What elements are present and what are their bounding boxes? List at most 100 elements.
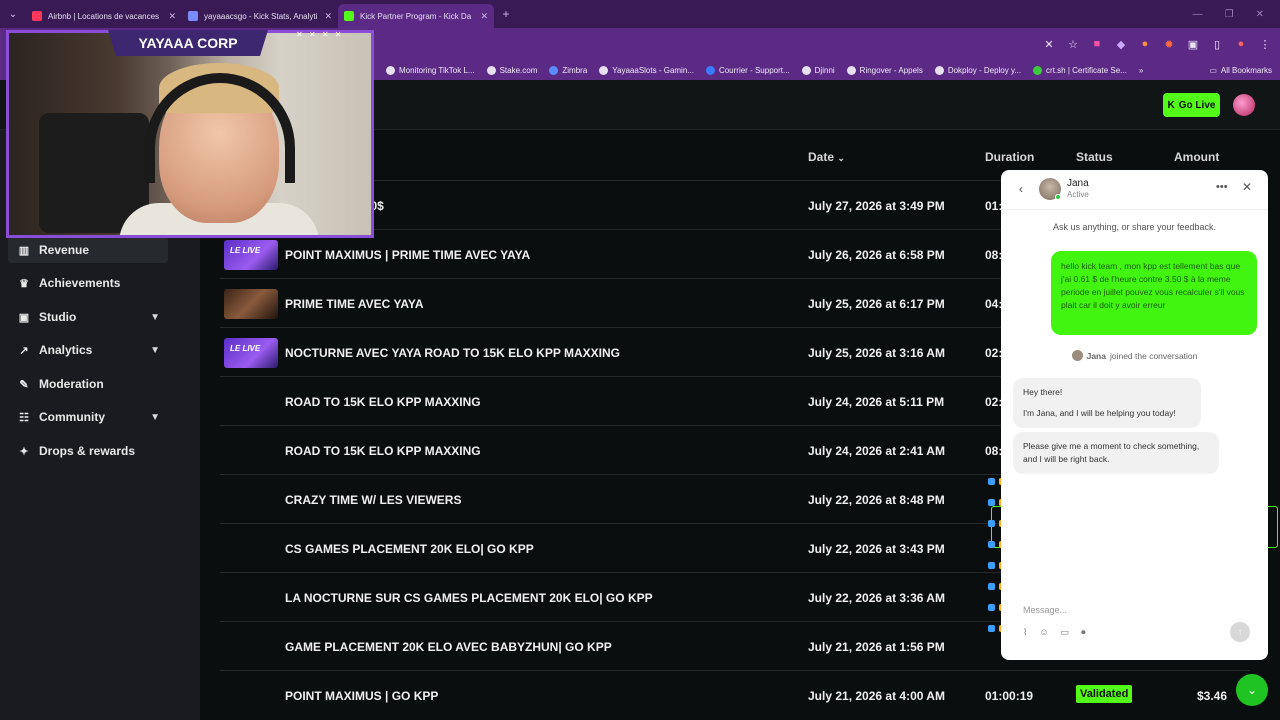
stream-date: July 22, 2026 at 8:48 PM	[808, 493, 945, 507]
extensions-puzzle-icon[interactable]: ▣	[1186, 37, 1200, 51]
sidebar-item-revenue[interactable]: ▥ Revenue	[8, 237, 168, 263]
thumbnail-text: LE LIVE	[230, 344, 261, 353]
bookmarks-overflow[interactable]: »	[1139, 66, 1143, 75]
tab-kick-partner[interactable]: Kick Partner Program - Kick Da ✕	[338, 4, 494, 28]
badge-icon	[988, 582, 995, 590]
user-message-bubble: hello kick team , mon kpp est tellement …	[1051, 251, 1257, 335]
badge-icon	[988, 519, 995, 527]
globe-icon	[846, 65, 856, 75]
stream-title: LA NOCTURNE SUR CS GAMES PLACEMENT 20K E…	[285, 591, 653, 605]
bookmark-item[interactable]: Courrier - Support...	[705, 65, 790, 75]
browser-menu-icon[interactable]: ⋮	[1258, 37, 1272, 51]
all-bookmarks[interactable]: ▭ All Bookmarks	[1209, 60, 1272, 80]
sidebar-item-label: Community	[39, 410, 105, 424]
bookmark-label: Djinni	[814, 65, 835, 75]
stream-title: NOCTURNE AVEC YAYA ROAD TO 15K ELO KPP M…	[285, 346, 620, 360]
new-tab-button[interactable]: +	[494, 7, 518, 21]
tab-airbnb[interactable]: Airbnb | Locations de vacances ✕	[26, 4, 182, 28]
back-arrow-icon[interactable]: ‹	[1019, 182, 1023, 196]
tab-search-icon[interactable]: ⌄	[0, 0, 26, 28]
analytics-icon: ↗	[19, 344, 29, 357]
mute-icon[interactable]: ✕	[1042, 37, 1056, 51]
bookmark-item[interactable]: Zimbra	[549, 65, 587, 75]
stream-date: July 25, 2026 at 3:16 AM	[808, 346, 945, 360]
bookmark-star-icon[interactable]: ☆	[1066, 37, 1080, 51]
sidebar-item-drops[interactable]: ✦ Drops & rewards	[8, 438, 168, 464]
agent-status: Active	[1067, 190, 1089, 199]
folder-icon: ▭	[1209, 65, 1217, 75]
joined-agent-name: Jana	[1086, 350, 1106, 361]
maximize-icon[interactable]: ❐	[1225, 9, 1234, 20]
stream-title: GAME PLACEMENT 20K ELO AVEC BABYZHUN| GO…	[285, 640, 612, 654]
bookmark-item[interactable]: Djinni	[801, 65, 835, 75]
gif-icon[interactable]: ▭	[1061, 627, 1070, 638]
support-chat-widget: ‹ Jana Active ••• ✕ Ask us anything, or …	[1001, 170, 1268, 660]
stream-date: July 27, 2026 at 3:49 PM	[808, 199, 945, 213]
community-icon: ☷	[19, 411, 29, 424]
badge-icon	[988, 477, 995, 485]
microphone-icon[interactable]: ⏺	[1081, 627, 1086, 638]
bookmark-item[interactable]: YayaaaSlots - Gamin...	[599, 65, 694, 75]
globe-icon	[934, 65, 944, 75]
send-button[interactable]: ↑	[1230, 622, 1250, 642]
extension-icon[interactable]: ✹	[1162, 37, 1176, 51]
chevron-down-icon[interactable]: ▼	[150, 312, 160, 323]
globe-icon	[599, 65, 609, 75]
kick-logo-icon: K	[1167, 99, 1175, 111]
chat-header: ‹ Jana Active ••• ✕	[1001, 170, 1268, 210]
status-badge: Validated	[1076, 685, 1133, 703]
more-options-icon[interactable]: •••	[1216, 181, 1228, 193]
sidebar-item-moderation[interactable]: ✎ Moderation	[8, 371, 168, 397]
globe-icon	[386, 65, 395, 75]
table-row[interactable]: POINT MAXIMUS | GO KPP July 21, 2026 at 4…	[220, 670, 1250, 719]
bookmark-item[interactable]: crt.sh | Certificate Se...	[1033, 65, 1127, 75]
trophy-icon: ♛	[19, 277, 29, 290]
extension-icon[interactable]: ■	[1090, 37, 1104, 51]
minimize-icon[interactable]: —	[1193, 9, 1203, 20]
close-tab-icon[interactable]: ✕	[168, 11, 176, 22]
studio-icon: ▣	[18, 311, 30, 324]
tab-label: yayaaacsgo - Kick Stats, Analyti	[204, 11, 318, 21]
close-tab-icon[interactable]: ✕	[480, 11, 488, 22]
bookmark-label: Dokploy - Deploy y...	[947, 65, 1022, 75]
stream-duration: 02:	[985, 395, 1003, 409]
message-placeholder: Message...	[1023, 605, 1068, 615]
sidebar-item-community[interactable]: ☷ Community ▼	[8, 404, 168, 430]
extension-icon[interactable]: ●	[1138, 37, 1152, 51]
bookmark-item[interactable]: Dokploy - Deploy y...	[934, 65, 1022, 75]
sidebar-item-label: Revenue	[39, 243, 90, 257]
chat-toggle-button[interactable]: ⌄	[1236, 674, 1268, 706]
bookmark-label: crt.sh | Certificate Se...	[1046, 65, 1127, 75]
agent-message-line: I'm Jana, and I will be helping you toda…	[1023, 408, 1176, 418]
agent-message-line: Hey there!	[1023, 387, 1063, 397]
tab-kick-stats[interactable]: yayaaacsgo - Kick Stats, Analyti ✕	[182, 4, 338, 28]
go-live-button[interactable]: K Go Live	[1163, 93, 1220, 117]
user-avatar[interactable]	[1233, 94, 1255, 116]
all-bookmarks-label: All Bookmarks	[1220, 65, 1272, 75]
sidebar-item-label: Achievements	[39, 276, 121, 290]
chat-tools: ⌇ ☺ ▭ ⏺	[1023, 627, 1086, 638]
bookmark-item[interactable]: Stake.com	[486, 65, 537, 75]
stake-icon	[486, 65, 496, 75]
extension-icon[interactable]: ◆	[1114, 37, 1128, 51]
chat-message-input[interactable]: Message... ⌇ ☺ ▭ ⏺ ↑	[1013, 600, 1256, 646]
sidebar-item-studio[interactable]: ▣ Studio ▼	[8, 304, 168, 330]
close-icon[interactable]: ✕	[1242, 180, 1252, 194]
chevron-down-icon[interactable]: ▼	[150, 412, 160, 423]
attachment-icon[interactable]: ⌇	[1023, 627, 1027, 638]
emoji-icon[interactable]: ☺	[1039, 627, 1048, 638]
bookmark-item[interactable]: Monitoring TikTok L...	[386, 65, 475, 75]
badge-icon	[988, 624, 995, 632]
date-column-header[interactable]: Date ⌄	[808, 150, 845, 164]
close-tab-icon[interactable]: ✕	[324, 11, 332, 22]
stream-duration: 04:	[985, 297, 1003, 311]
go-live-label: Go Live	[1178, 99, 1216, 111]
bookmark-label: YayaaaSlots - Gamin...	[612, 65, 694, 75]
sidebar-item-achievements[interactable]: ♛ Achievements	[8, 270, 168, 296]
chevron-down-icon[interactable]: ▼	[150, 345, 160, 356]
sidebar-panel-icon[interactable]: ▯	[1210, 37, 1224, 51]
sidebar-item-analytics[interactable]: ↗ Analytics ▼	[8, 337, 168, 363]
close-window-icon[interactable]: ✕	[1256, 9, 1264, 20]
profile-avatar-icon[interactable]: ●	[1234, 37, 1248, 51]
bookmark-item[interactable]: Ringover - Appels	[846, 65, 923, 75]
